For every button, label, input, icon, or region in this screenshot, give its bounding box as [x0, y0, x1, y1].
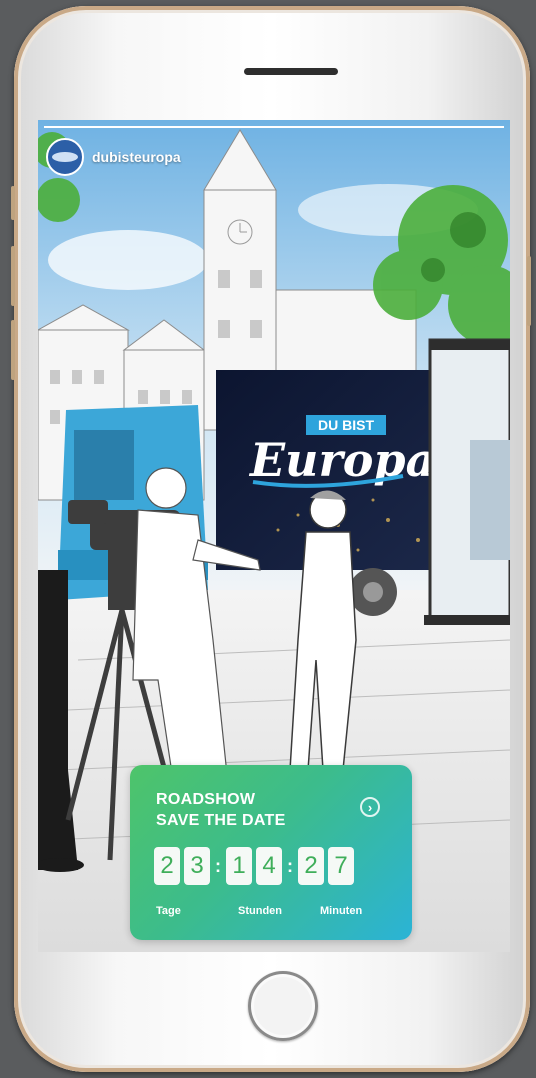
countdown-title: ROADSHOW SAVE THE DATE	[156, 789, 286, 831]
home-button[interactable]	[248, 971, 318, 1041]
countdown-sticker[interactable]: ROADSHOW SAVE THE DATE › 2 3 : 1 4 : 2 7…	[130, 765, 412, 940]
truck-headline-large: Europa	[248, 433, 435, 487]
story-progress-bar	[44, 126, 504, 128]
label-hours: Stunden	[238, 905, 282, 917]
volume-up-button	[11, 246, 15, 306]
volume-down-button	[11, 320, 15, 380]
label-days: Tage	[156, 905, 181, 917]
earpiece-speaker	[244, 68, 338, 75]
countdown-digits: 2 3 : 1 4 : 2 7	[154, 847, 358, 885]
silent-switch	[11, 186, 15, 220]
hours-digit-1: 1	[226, 847, 252, 885]
minutes-digit-2: 7	[328, 847, 354, 885]
minutes-digit-1: 2	[298, 847, 324, 885]
label-minutes: Minuten	[320, 905, 363, 917]
power-button	[527, 256, 531, 326]
story-progress-fill	[44, 126, 504, 128]
countdown-title-line1: ROADSHOW	[156, 791, 256, 808]
chevron-right-icon[interactable]: ›	[360, 797, 380, 817]
avatar-icon[interactable]	[46, 138, 84, 176]
separator-colon: :	[287, 855, 293, 876]
days-digit-1: 2	[154, 847, 180, 885]
truck-headline-small: DU BIST	[318, 417, 374, 433]
days-digit-2: 3	[184, 847, 210, 885]
separator-colon: :	[215, 855, 221, 876]
story-header[interactable]: dubisteuropa	[46, 138, 181, 176]
countdown-title-line2: SAVE THE DATE	[156, 812, 286, 829]
story-screen[interactable]: DU BIST Europa dubisteuropa ROADSHOW SAV…	[38, 120, 510, 952]
story-username[interactable]: dubisteuropa	[92, 149, 181, 165]
hours-digit-2: 4	[256, 847, 282, 885]
